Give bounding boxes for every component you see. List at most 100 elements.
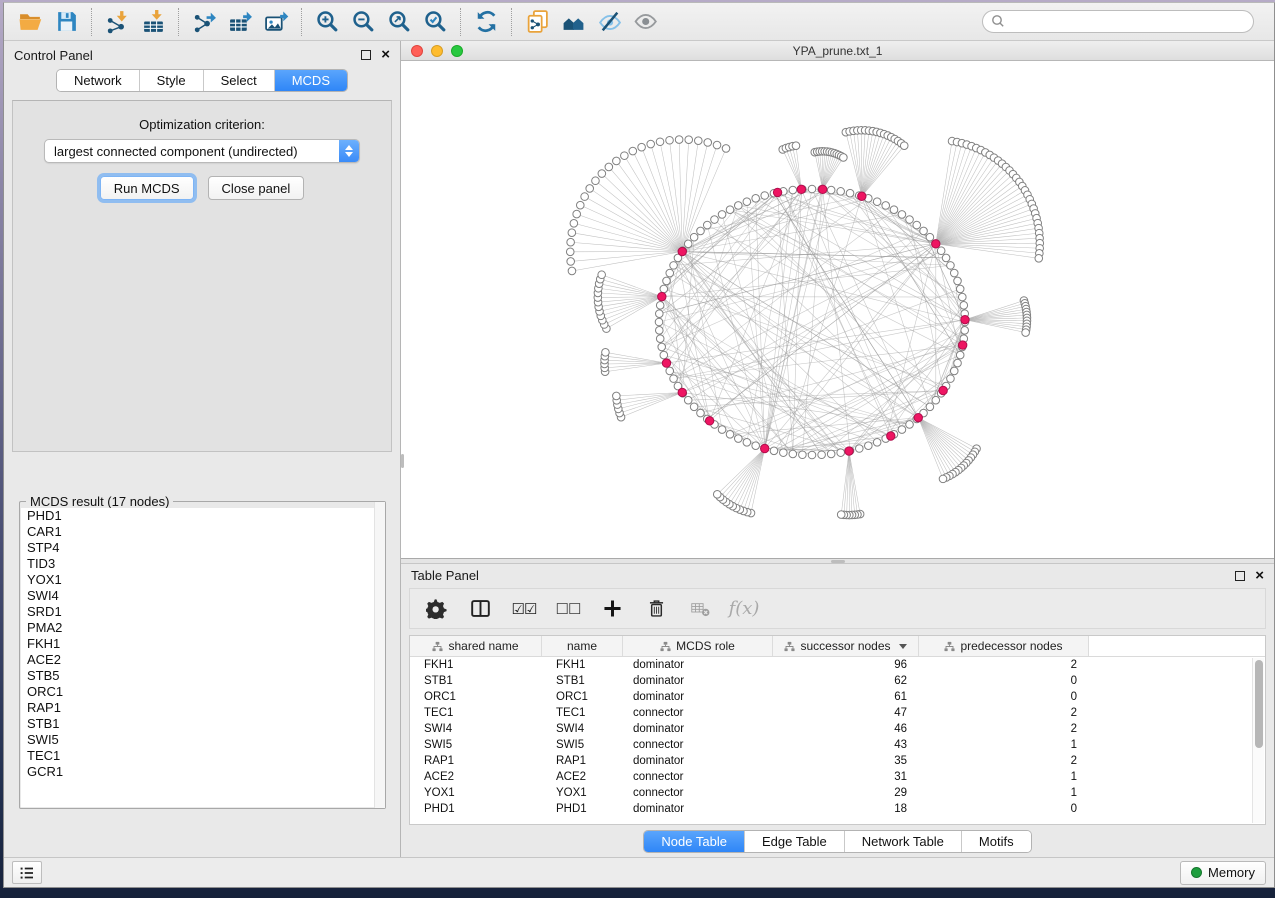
tab-motifs[interactable]: Motifs: [962, 831, 1031, 852]
table-row[interactable]: PHD1 PHD1 dominator 18 0: [410, 801, 1265, 817]
network-window-title: YPA_prune.txt_1: [401, 44, 1274, 58]
network-view-window: YPA_prune.txt_1: [401, 41, 1274, 559]
export-table-button[interactable]: [222, 7, 258, 37]
save-icon: [54, 9, 79, 34]
table-row[interactable]: ACE2 ACE2 connector 31 1: [410, 769, 1265, 785]
delete-button[interactable]: [644, 597, 668, 621]
vertical-splitter-handle[interactable]: [401, 454, 404, 468]
mcds-result-item[interactable]: RAP1: [21, 700, 384, 716]
columns-button[interactable]: [468, 597, 492, 621]
hide-selected-button[interactable]: [591, 7, 627, 37]
status-bar: Memory: [4, 857, 1274, 887]
zoom-out-button[interactable]: [345, 7, 381, 37]
tab-edge-table[interactable]: Edge Table: [745, 831, 845, 852]
mcds-result-item[interactable]: ACE2: [21, 652, 384, 668]
close-table-panel-icon[interactable]: ×: [1255, 571, 1264, 581]
tab-select[interactable]: Select: [204, 70, 275, 91]
table-scrollbar-thumb[interactable]: [1255, 660, 1263, 748]
toolbar-separator: [91, 8, 92, 36]
zoom-in-button[interactable]: [309, 7, 345, 37]
task-history-button[interactable]: [12, 861, 42, 884]
delete-table-button: [688, 597, 712, 621]
export-image-button[interactable]: [258, 7, 294, 37]
column-header-shared_name[interactable]: shared name: [410, 636, 542, 656]
mcds-result-item[interactable]: SRD1: [21, 604, 384, 620]
toolbar-separator: [301, 8, 302, 36]
tab-network-table[interactable]: Network Table: [845, 831, 962, 852]
select-all-button[interactable]: ☑☑: [512, 597, 536, 621]
table-row[interactable]: RAP1 RAP1 dominator 35 2: [410, 753, 1265, 769]
mcds-result-item[interactable]: TID3: [21, 556, 384, 572]
settings-button[interactable]: [424, 597, 448, 621]
refresh-icon: [474, 9, 499, 34]
table-row[interactable]: SWI4 SWI4 dominator 46 2: [410, 721, 1265, 737]
function-builder-button: f(x): [732, 597, 756, 621]
column-namespace-icon: [432, 641, 443, 652]
close-panel-icon[interactable]: ×: [381, 50, 390, 60]
table-panel-tabs: Node TableEdge TableNetwork TableMotifs: [401, 825, 1274, 857]
table-row[interactable]: STB1 STB1 dominator 62 0: [410, 673, 1265, 689]
list-icon: [18, 864, 36, 882]
column-header-name[interactable]: name: [542, 636, 623, 656]
table-row[interactable]: FKH1 FKH1 dominator 96 2: [410, 657, 1265, 673]
mcds-result-item[interactable]: FKH1: [21, 636, 384, 652]
mcds-result-item[interactable]: GCR1: [21, 764, 384, 780]
column-header-successor_nodes[interactable]: successor nodes: [773, 636, 919, 656]
save-button[interactable]: [48, 7, 84, 37]
zoom-fit-button[interactable]: [381, 7, 417, 37]
mcds-result-item[interactable]: CAR1: [21, 524, 384, 540]
toolbar-separator: [178, 8, 179, 36]
mcds-result-item[interactable]: ORC1: [21, 684, 384, 700]
import-table-button[interactable]: [135, 7, 171, 37]
mcds-result-item[interactable]: STP4: [21, 540, 384, 556]
export-network-icon: [192, 9, 217, 34]
tab-node-table[interactable]: Node Table: [644, 831, 745, 852]
column-namespace-icon: [784, 641, 795, 652]
export-network-button[interactable]: [186, 7, 222, 37]
table-scrollbar[interactable]: [1252, 658, 1264, 823]
mcds-result-groupbox: MCDS result (17 nodes) PHD1CAR1STP4TID3Y…: [19, 501, 386, 809]
table-row[interactable]: ORC1 ORC1 dominator 61 0: [410, 689, 1265, 705]
close-panel-button[interactable]: Close panel: [208, 176, 305, 200]
first-neighbors-button[interactable]: [555, 7, 591, 37]
mcds-result-item[interactable]: STB5: [21, 668, 384, 684]
search-input[interactable]: [982, 10, 1254, 33]
mcds-result-item[interactable]: TEC1: [21, 748, 384, 764]
search-icon: [991, 14, 1005, 28]
refresh-button[interactable]: [468, 7, 504, 37]
zoom-out-icon: [351, 9, 376, 34]
float-table-panel-icon[interactable]: [1235, 571, 1245, 581]
import-network-button[interactable]: [99, 7, 135, 37]
optimization-criterion-dropdown[interactable]: largest connected component (undirected): [44, 139, 360, 163]
mcds-result-item[interactable]: SWI4: [21, 588, 384, 604]
zoom-selected-button[interactable]: [417, 7, 453, 37]
sort-descending-icon: [899, 644, 907, 649]
tab-style[interactable]: Style: [140, 70, 204, 91]
mcds-result-title: MCDS result (17 nodes): [26, 494, 173, 509]
run-mcds-button[interactable]: Run MCDS: [100, 176, 194, 200]
show-all-button[interactable]: [627, 7, 663, 37]
horizontal-splitter[interactable]: [401, 559, 1274, 564]
memory-button[interactable]: Memory: [1180, 861, 1266, 885]
table-row[interactable]: YOX1 YOX1 connector 29 1: [410, 785, 1265, 801]
table-row[interactable]: TEC1 TEC1 connector 47 2: [410, 705, 1265, 721]
select-all-icon: ☑☑: [512, 600, 537, 618]
open-button[interactable]: [12, 7, 48, 37]
mcds-result-list[interactable]: PHD1CAR1STP4TID3YOX1SWI4SRD1PMA2FKH1ACE2…: [21, 508, 384, 807]
column-header-mcds_role[interactable]: MCDS role: [623, 636, 773, 656]
copy-network-button[interactable]: [519, 7, 555, 37]
mcds-result-item[interactable]: SWI5: [21, 732, 384, 748]
mcds-list-scrollbar[interactable]: [374, 502, 385, 808]
mcds-result-item[interactable]: STB1: [21, 716, 384, 732]
tab-network[interactable]: Network: [57, 70, 140, 91]
table-row[interactable]: SWI5 SWI5 connector 43 1: [410, 737, 1265, 753]
add-button[interactable]: [600, 597, 624, 621]
mcds-result-item[interactable]: YOX1: [21, 572, 384, 588]
float-panel-icon[interactable]: [361, 50, 371, 60]
tab-mcds[interactable]: MCDS: [275, 70, 347, 91]
mcds-result-item[interactable]: PHD1: [21, 508, 384, 524]
column-header-predecessor_nodes[interactable]: predecessor nodes: [919, 636, 1089, 656]
mcds-result-item[interactable]: PMA2: [21, 620, 384, 636]
deselect-all-button[interactable]: ☐☐: [556, 597, 580, 621]
network-canvas[interactable]: [401, 61, 1274, 558]
